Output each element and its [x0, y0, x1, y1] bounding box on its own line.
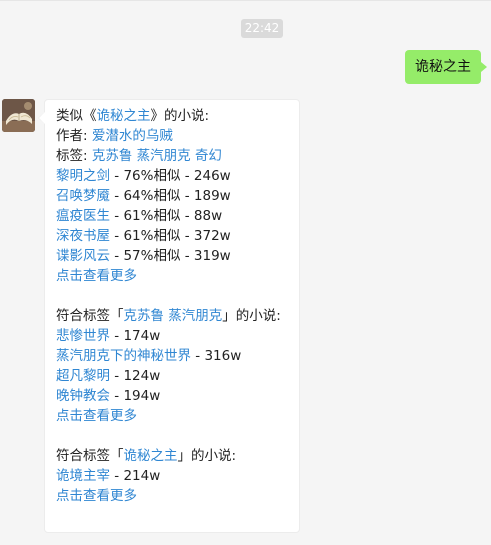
similar-more-line: 点击查看更多: [56, 266, 293, 286]
similar-book-link[interactable]: 深夜书屋: [56, 228, 110, 244]
tag2-book-link[interactable]: 诡境主宰: [56, 468, 110, 484]
author-label: 作者:: [56, 128, 92, 144]
author-line: 作者: 爱潜水的乌贼: [56, 126, 293, 146]
similar-book-info: - 61%相似 - 88w: [110, 208, 223, 224]
similar-book-link[interactable]: 瘟疫医生: [56, 208, 110, 224]
tag2-section-link[interactable]: 诡秘之主: [124, 448, 178, 464]
tag-section-prefix: 符合标签「: [56, 308, 124, 324]
tag-book-item: 晚钟教会 - 194w: [56, 386, 293, 406]
bot-reply-bubble: 类似《诡秘之主》的小说: 作者: 爱潜水的乌贼 标签: 克苏鲁 蒸汽朋克 奇幻 …: [38, 99, 300, 533]
similar-book-link[interactable]: 谍影风云: [56, 248, 110, 264]
tags-line: 标签: 克苏鲁 蒸汽朋克 奇幻: [56, 146, 293, 166]
tag-book-link[interactable]: 蒸汽朋克下的神秘世界: [56, 348, 191, 364]
view-more-link[interactable]: 点击查看更多: [56, 408, 137, 424]
tag-link-fantasy[interactable]: 奇幻: [195, 148, 222, 164]
similar-heading: 类似《诡秘之主》的小说:: [56, 106, 293, 126]
similar-item: 召唤梦魇 - 64%相似 - 189w: [56, 186, 293, 206]
tag-section-suffix: 」的小说:: [222, 308, 281, 324]
bot-avatar[interactable]: [2, 99, 35, 132]
similar-book-link[interactable]: 黎明之剑: [56, 168, 110, 184]
tag-book-info: - 174w: [110, 328, 161, 344]
tags-label: 标签:: [56, 148, 92, 164]
similar-prefix: 类似《: [56, 108, 97, 124]
tag-book-link[interactable]: 晚钟教会: [56, 388, 110, 404]
tag-book-link[interactable]: 超凡黎明: [56, 368, 110, 384]
view-more-link[interactable]: 点击查看更多: [56, 268, 137, 284]
tag2-book-info: - 214w: [110, 468, 161, 484]
tag-book-item: 蒸汽朋克下的神秘世界 - 316w: [56, 346, 293, 366]
tag-section-link[interactable]: 克苏鲁 蒸汽朋克: [124, 308, 223, 324]
book-avatar-icon: [2, 99, 35, 132]
tag2-section-suffix: 」的小说:: [177, 448, 237, 464]
similar-book-info: - 76%相似 - 246w: [110, 168, 231, 184]
book-title-link[interactable]: 诡秘之主: [97, 108, 151, 124]
tag2-more-line: 点击查看更多: [56, 486, 293, 506]
tag2-section-heading: 符合标签「诡秘之主」的小说:: [56, 446, 293, 466]
tag-book-link[interactable]: 悲惨世界: [56, 328, 110, 344]
similar-suffix: 》的小说:: [150, 108, 210, 124]
tag-book-info: - 316w: [191, 348, 242, 364]
tag-book-info: - 124w: [110, 368, 161, 384]
top-divider: [0, 0, 491, 1]
similar-book-info: - 57%相似 - 319w: [110, 248, 231, 264]
similar-item: 谍影风云 - 57%相似 - 319w: [56, 246, 293, 266]
view-more-link[interactable]: 点击查看更多: [56, 488, 137, 504]
tag-section-heading: 符合标签「克苏鲁 蒸汽朋克」的小说:: [56, 306, 293, 326]
similar-item: 黎明之剑 - 76%相似 - 246w: [56, 166, 293, 186]
tag2-book-item: 诡境主宰 - 214w: [56, 466, 293, 486]
tag-link-cthulhu[interactable]: 克苏鲁: [92, 148, 133, 164]
tag-link-steampunk[interactable]: 蒸汽朋克: [137, 148, 191, 164]
message-timestamp: 22:42: [241, 19, 283, 38]
tag-book-item: 超凡黎明 - 124w: [56, 366, 293, 386]
similar-item: 瘟疫医生 - 61%相似 - 88w: [56, 206, 293, 226]
author-link[interactable]: 爱潜水的乌贼: [92, 128, 173, 144]
similar-book-info: - 61%相似 - 372w: [110, 228, 231, 244]
user-message-bubble[interactable]: 诡秘之主: [405, 50, 487, 84]
reply-content: 类似《诡秘之主》的小说: 作者: 爱潜水的乌贼 标签: 克苏鲁 蒸汽朋克 奇幻 …: [56, 106, 293, 506]
similar-book-link[interactable]: 召唤梦魇: [56, 188, 110, 204]
tag-book-info: - 194w: [110, 388, 161, 404]
tag2-section-prefix: 符合标签「: [56, 448, 124, 464]
similar-book-info: - 64%相似 - 189w: [110, 188, 231, 204]
similar-item: 深夜书屋 - 61%相似 - 372w: [56, 226, 293, 246]
tag-more-line: 点击查看更多: [56, 406, 293, 426]
tag-book-item: 悲惨世界 - 174w: [56, 326, 293, 346]
